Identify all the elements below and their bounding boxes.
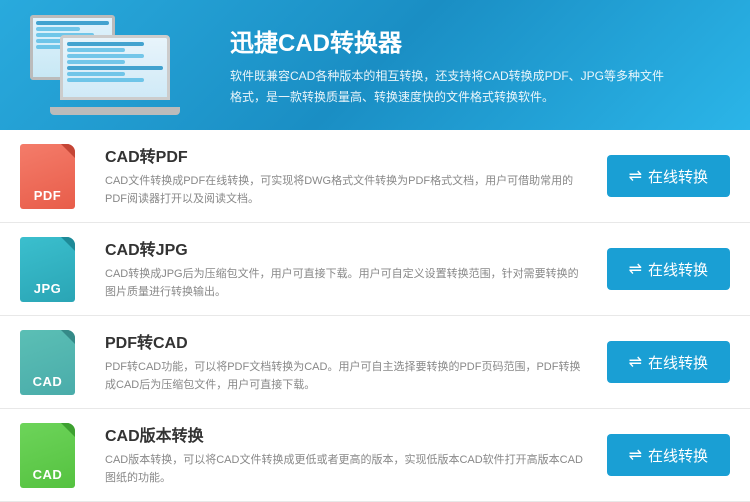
item-desc-cad-version: CAD版本转换，可以将CAD文件转换成更低或者更高的版本，实现低版本CAD软件打… [105, 452, 587, 487]
header-text: 迅捷CAD转换器 软件既兼容CAD各种版本的相互转换，还支持将CAD转换成PDF… [230, 23, 670, 107]
header-title: 迅捷CAD转换器 [230, 23, 670, 58]
icon-wrapper-pdf: PDF [20, 144, 85, 209]
convert-btn-cad-version[interactable]: ⇌ 在线转换 [607, 434, 730, 476]
header-description: 软件既兼容CAD各种版本的相互转换，还支持将CAD转换成PDF、JPG等多种文件… [230, 66, 670, 107]
pdf-icon-label: PDF [34, 188, 62, 203]
convert-btn-label: 在线转换 [648, 259, 708, 280]
item-title-cad-to-jpg: CAD转JPG [105, 236, 587, 260]
convert-btn-label: 在线转换 [648, 352, 708, 373]
convert-btn-cad-to-jpg[interactable]: ⇌ 在线转换 [607, 248, 730, 290]
items-container: PDF CAD转PDF CAD文件转换成PDF在线转换，可实现将DWG格式文件转… [0, 130, 750, 502]
item-content-cad-version: CAD版本转换 CAD版本转换，可以将CAD文件转换成更低或者更高的版本，实现低… [105, 422, 607, 487]
icon-wrapper-cad-gray: CAD [20, 330, 85, 395]
cad-green-file-icon: CAD [20, 423, 75, 488]
convert-icon: ⇌ [629, 259, 642, 279]
item-desc-pdf-to-cad: PDF转CAD功能，可以将PDF文档转换为CAD。用户可自主选择要转换的PDF页… [105, 359, 587, 394]
cad-green-icon-label: CAD [33, 467, 63, 482]
icon-wrapper-cad-green: CAD [20, 423, 85, 488]
jpg-file-icon: JPG [20, 237, 75, 302]
item-desc-cad-to-pdf: CAD文件转换成PDF在线转换，可实现将DWG格式文件转换为PDF格式文档，用户… [105, 173, 587, 208]
item-title-cad-version: CAD版本转换 [105, 422, 587, 446]
laptop-illustration [50, 35, 180, 115]
convert-icon: ⇌ [629, 352, 642, 372]
item-cad-version: CAD CAD版本转换 CAD版本转换，可以将CAD文件转换成更低或者更高的版本… [0, 409, 750, 502]
convert-btn-cad-to-pdf[interactable]: ⇌ 在线转换 [607, 155, 730, 197]
item-cad-to-pdf: PDF CAD转PDF CAD文件转换成PDF在线转换，可实现将DWG格式文件转… [0, 130, 750, 223]
convert-icon: ⇌ [629, 166, 642, 186]
jpg-icon-label: JPG [34, 281, 62, 296]
item-title-pdf-to-cad: PDF转CAD [105, 329, 587, 353]
item-desc-cad-to-jpg: CAD转换成JPG后为压缩包文件，用户可直接下载。用户可自定义设置转换范围，针对… [105, 266, 587, 301]
header-illustration [30, 10, 210, 120]
cad-gray-file-icon: CAD [20, 330, 75, 395]
item-pdf-to-cad: CAD PDF转CAD PDF转CAD功能，可以将PDF文档转换为CAD。用户可… [0, 316, 750, 409]
item-content-cad-to-jpg: CAD转JPG CAD转换成JPG后为压缩包文件，用户可直接下载。用户可自定义设… [105, 236, 607, 301]
cad-gray-icon-label: CAD [33, 374, 63, 389]
pdf-file-icon: PDF [20, 144, 75, 209]
convert-btn-label: 在线转换 [648, 166, 708, 187]
header-banner: 迅捷CAD转换器 软件既兼容CAD各种版本的相互转换，还支持将CAD转换成PDF… [0, 0, 750, 130]
icon-wrapper-jpg: JPG [20, 237, 85, 302]
item-content-cad-to-pdf: CAD转PDF CAD文件转换成PDF在线转换，可实现将DWG格式文件转换为PD… [105, 143, 607, 208]
convert-btn-pdf-to-cad[interactable]: ⇌ 在线转换 [607, 341, 730, 383]
item-content-pdf-to-cad: PDF转CAD PDF转CAD功能，可以将PDF文档转换为CAD。用户可自主选择… [105, 329, 607, 394]
convert-icon: ⇌ [629, 445, 642, 465]
convert-btn-label: 在线转换 [648, 445, 708, 466]
item-cad-to-jpg: JPG CAD转JPG CAD转换成JPG后为压缩包文件，用户可直接下载。用户可… [0, 223, 750, 316]
item-title-cad-to-pdf: CAD转PDF [105, 143, 587, 167]
